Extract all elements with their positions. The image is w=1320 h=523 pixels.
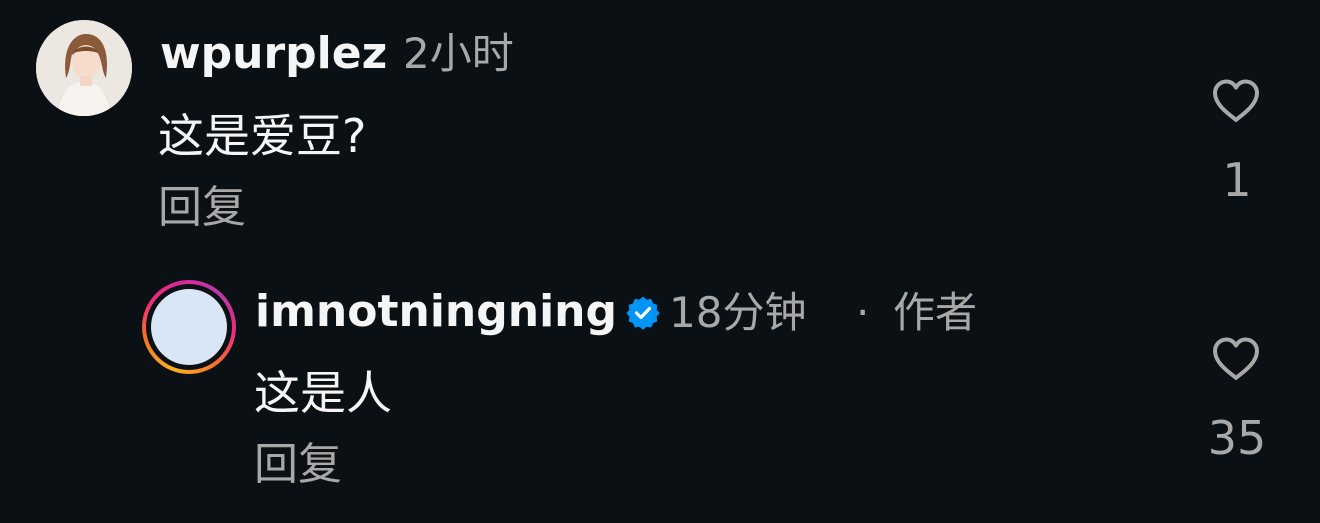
comment-timestamp: 18分钟 <box>669 288 807 337</box>
avatar[interactable] <box>142 280 236 374</box>
author-tag: 作者 <box>893 288 978 337</box>
reply-button[interactable]: 回复 <box>254 443 342 487</box>
comment-text: 这是爱豆? <box>158 109 367 163</box>
heart-icon <box>1213 337 1259 380</box>
like-button[interactable] <box>1211 78 1261 124</box>
user-avatar-illustration-icon <box>36 20 132 116</box>
reply-button[interactable]: 回复 <box>158 186 246 230</box>
comment-text: 这是人 <box>254 366 392 420</box>
comment-username[interactable]: imnotningning <box>255 290 617 334</box>
meta-separator: · <box>856 288 870 337</box>
comment-username[interactable]: wpurplez <box>160 32 387 76</box>
user-avatar-story-ring-icon <box>151 289 227 365</box>
heart-icon <box>1213 79 1259 122</box>
comment-timestamp: 2小时 <box>403 29 514 78</box>
verified-badge-icon <box>626 296 660 330</box>
like-button[interactable] <box>1211 336 1261 382</box>
like-count: 1 <box>1222 153 1252 207</box>
like-count: 35 <box>1207 411 1267 465</box>
avatar[interactable] <box>36 20 132 116</box>
